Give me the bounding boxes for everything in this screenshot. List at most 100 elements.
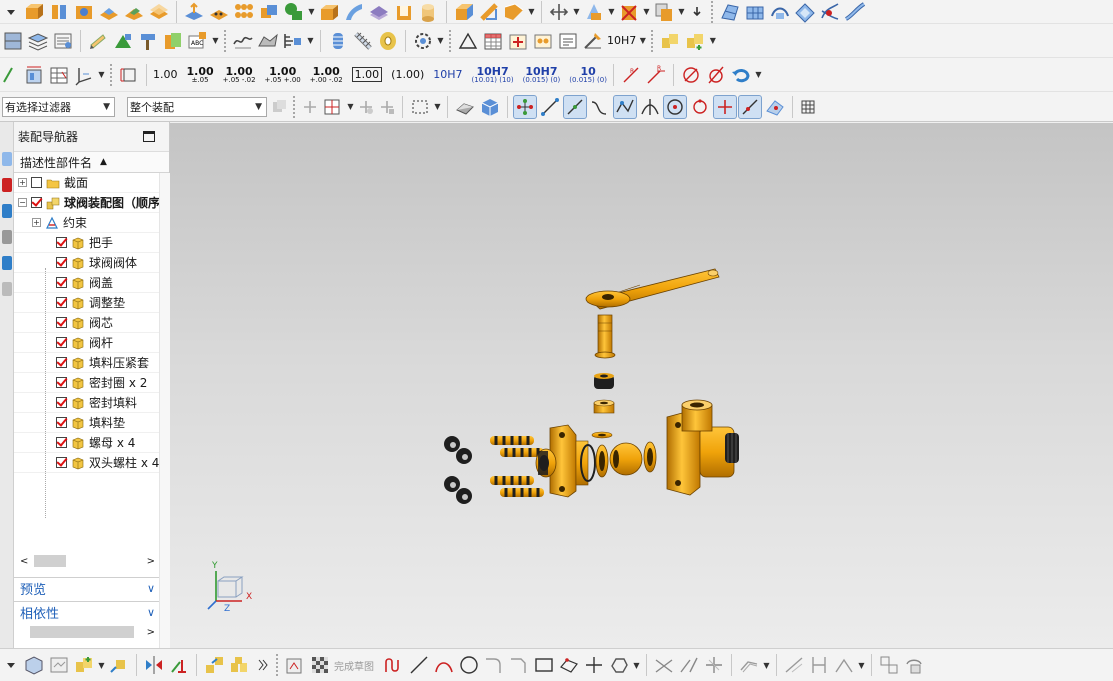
tree-node[interactable]: 阀杆 — [14, 333, 159, 353]
tolerance-style-8[interactable]: 10H7 (10.01) (10) — [472, 66, 514, 84]
toolbar-grip[interactable] — [651, 29, 654, 52]
fit-tolerance-dropdown[interactable]: 10H7 — [607, 35, 636, 46]
dropdown-arrow-icon[interactable]: ▼ — [437, 36, 444, 45]
layer-settings-icon[interactable] — [27, 30, 49, 52]
visibility-checkbox[interactable] — [56, 337, 67, 348]
snap-quadrant-icon[interactable] — [689, 96, 711, 118]
shape-icon[interactable] — [283, 1, 305, 23]
cylinder-spring-icon[interactable] — [327, 30, 349, 52]
curve-analysis-icon[interactable] — [232, 30, 254, 52]
dropdown-arrow-icon[interactable]: ▼ — [98, 70, 105, 79]
tree-node[interactable]: 密封填料 — [14, 393, 159, 413]
pad-icon[interactable] — [98, 1, 120, 23]
dimension-frame-icon[interactable] — [118, 64, 140, 86]
exploded-view-icon[interactable] — [203, 654, 225, 676]
valve-ball-part[interactable] — [609, 442, 643, 476]
visibility-checkbox[interactable] — [56, 397, 67, 408]
select-face-icon[interactable] — [454, 96, 476, 118]
constraint-navigator-tab-icon[interactable] — [2, 204, 12, 218]
combine-icon[interactable] — [258, 1, 280, 23]
tree-node[interactable]: 螺母 x 4 — [14, 433, 159, 453]
packing-washer-part[interactable] — [591, 431, 613, 439]
line-tool-icon[interactable] — [2, 66, 20, 84]
circle-icon[interactable] — [458, 654, 480, 676]
selection-filter-select[interactable]: 有选择过滤器 ▼ — [2, 96, 115, 117]
snap-point-icon[interactable] — [301, 98, 319, 116]
roles-tab-icon[interactable] — [2, 230, 12, 244]
tolerance-style-6[interactable]: (1.00) — [391, 69, 424, 80]
ruled-surface-icon[interactable] — [794, 1, 816, 23]
note-icon[interactable] — [557, 30, 579, 52]
trim-body-icon[interactable] — [478, 1, 500, 23]
toolbar-grip[interactable] — [293, 95, 296, 118]
snap-intersection-icon[interactable] — [639, 96, 661, 118]
diameter-icon[interactable] — [680, 64, 702, 86]
toolbar-grip[interactable] — [276, 654, 279, 676]
make-corner-icon[interactable] — [703, 654, 725, 676]
snap-control-point-icon[interactable] — [613, 94, 637, 119]
pattern-icon[interactable] — [208, 1, 230, 23]
scroll-left-icon[interactable]: < — [20, 556, 28, 567]
copy-component-icon[interactable] — [653, 1, 675, 23]
shell-icon[interactable] — [393, 1, 415, 23]
part-navigator-tab-icon[interactable] — [2, 152, 12, 166]
tolerance-style-9[interactable]: 10H7 (0.015) (0) — [523, 66, 561, 84]
through-curves-icon[interactable] — [819, 1, 841, 23]
overflow-chevron-icon[interactable] — [253, 656, 271, 674]
dropdown-arrow-icon[interactable]: ▼ — [212, 36, 219, 45]
scroll-thumb[interactable] — [34, 555, 67, 567]
visibility-checkbox[interactable] — [56, 377, 67, 388]
scroll-right-icon[interactable]: > — [147, 627, 155, 638]
visibility-checkbox[interactable] — [56, 257, 67, 268]
preview-section[interactable]: 预览 ∨ — [14, 577, 159, 599]
snap-point-on-curve-icon[interactable] — [738, 94, 762, 119]
dropdown-arrow-icon[interactable]: ▼ — [755, 70, 762, 79]
dropdown-arrow-icon[interactable]: ▼ — [528, 7, 535, 16]
undo-arrow-icon[interactable] — [730, 64, 752, 86]
tree-node[interactable]: + 截面 — [14, 173, 159, 193]
radius-tolerance-icon[interactable]: R — [645, 64, 667, 86]
wave-link-icon[interactable] — [48, 654, 70, 676]
surface-icon[interactable] — [719, 1, 741, 23]
dimension-style-icon[interactable] — [23, 64, 45, 86]
snap-grid-icon[interactable] — [799, 98, 817, 116]
dropdown-arrow-icon[interactable]: ▼ — [307, 36, 314, 45]
visibility-checkbox[interactable] — [56, 237, 67, 248]
assembly-navigator-icon[interactable] — [162, 30, 184, 52]
dependency-section[interactable]: 相依性 ∨ — [14, 601, 159, 623]
quick-trim-icon[interactable] — [653, 654, 675, 676]
pattern-feature-icon[interactable] — [233, 1, 255, 23]
tolerance-style-2[interactable]: 1.00 +.05 -.02 — [223, 66, 256, 84]
point-icon[interactable] — [583, 654, 605, 676]
geometric-constraint-icon[interactable] — [833, 654, 855, 676]
snap-midpoint-icon[interactable] — [563, 94, 587, 119]
show-hide-icon[interactable] — [112, 30, 134, 52]
snap-existing-point-icon[interactable] — [713, 94, 737, 119]
coordinate-system-icon[interactable] — [73, 64, 95, 86]
remove-component-icon[interactable] — [618, 1, 640, 23]
dropdown-arrow-icon[interactable]: ▼ — [639, 36, 646, 45]
snap-arc-center-icon[interactable] — [663, 94, 687, 119]
column-header[interactable]: 描述性部件名 ▲ — [14, 152, 169, 173]
rectangle-select-icon[interactable] — [409, 96, 431, 118]
select-feature-icon[interactable] — [357, 98, 375, 116]
tree-node[interactable]: 密封圈 x 2 — [14, 373, 159, 393]
line-icon[interactable] — [408, 654, 430, 676]
tree-node[interactable]: 填料垫 — [14, 413, 159, 433]
move-component-icon[interactable] — [548, 1, 570, 23]
tree-node[interactable]: 调整垫 — [14, 293, 159, 313]
collapse-icon[interactable]: − — [18, 198, 27, 207]
panel-horizontal-scrollbar[interactable]: > — [14, 625, 159, 639]
dropdown-arrow-icon[interactable]: ▼ — [308, 7, 315, 16]
seal-ring-part[interactable] — [643, 441, 657, 473]
hole-icon[interactable] — [73, 1, 95, 23]
visibility-checkbox[interactable] — [56, 297, 67, 308]
web-browser-tab-icon[interactable] — [2, 282, 12, 296]
quick-extend-icon[interactable] — [678, 654, 700, 676]
dropdown-arrow-icon[interactable]: ▼ — [678, 7, 685, 16]
emboss-icon[interactable] — [123, 1, 145, 23]
offset-face-icon[interactable] — [148, 1, 170, 23]
rectangle-icon[interactable] — [533, 654, 555, 676]
toolbar-grip[interactable] — [711, 0, 714, 23]
tree-vertical-scrollbar[interactable] — [159, 173, 170, 648]
